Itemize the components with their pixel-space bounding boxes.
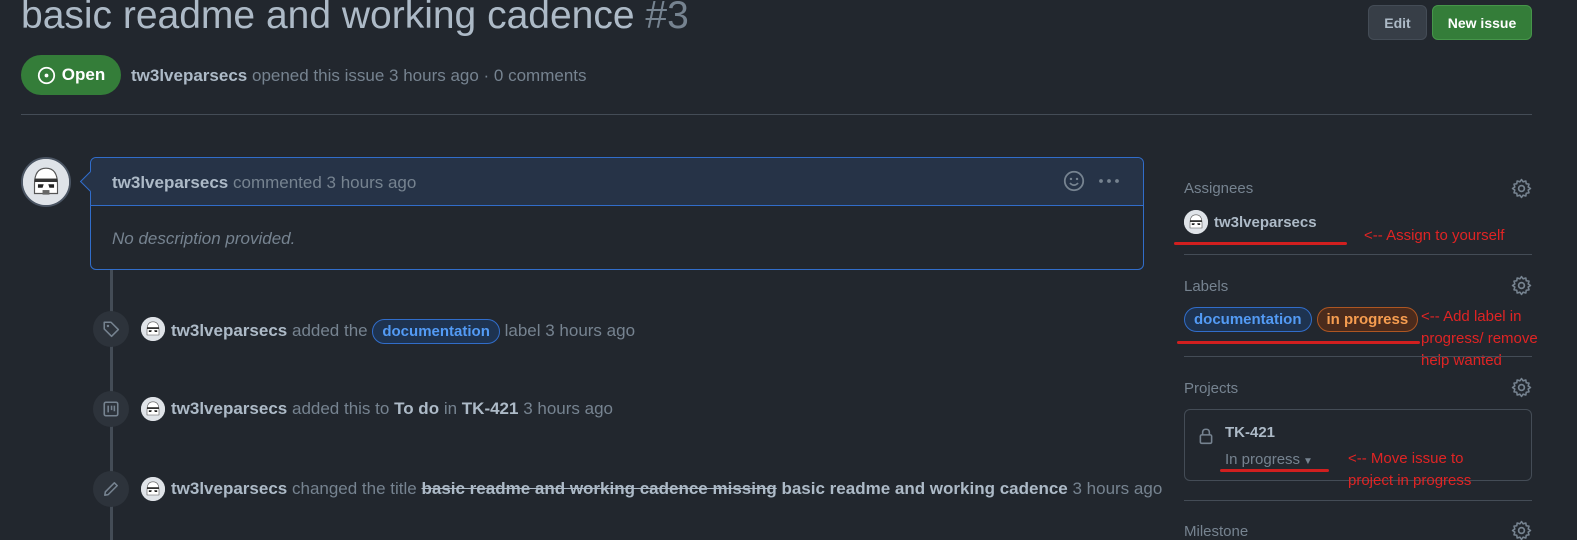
gear-icon[interactable] xyxy=(1511,377,1532,398)
timeline-event-icon xyxy=(93,471,129,507)
annotation-underline xyxy=(1220,469,1329,472)
annotation-project-line: project in progress xyxy=(1348,472,1472,489)
issue-open-icon xyxy=(37,66,55,84)
annotation-labels-line: help wanted xyxy=(1421,352,1502,369)
issue-title: basic readme and working cadence #3 xyxy=(21,0,689,38)
issue-title-text: basic readme and working cadence xyxy=(21,0,635,37)
milestone-heading: Milestone xyxy=(1184,523,1249,540)
annotation-underline xyxy=(1174,242,1347,245)
gear-icon[interactable] xyxy=(1511,275,1532,296)
stormtrooper-avatar-icon xyxy=(23,159,69,205)
comment-body: No description provided. xyxy=(112,229,296,248)
project-board-icon xyxy=(103,401,119,417)
label-list: documentation in progress xyxy=(1184,307,1419,332)
annotation-labels: <-- Add label in progress/ remove help w… xyxy=(1421,306,1538,372)
label-documentation[interactable]: documentation xyxy=(372,319,500,344)
caret-down-icon: ▼ xyxy=(1303,456,1313,467)
lock-icon xyxy=(1199,428,1213,445)
project-name-link[interactable]: TK-421 xyxy=(1225,424,1275,441)
avatar[interactable] xyxy=(141,477,165,501)
event-text: added the xyxy=(291,321,368,340)
new-title: basic readme and working cadence xyxy=(781,479,1068,498)
issue-state-label: Open xyxy=(61,65,106,84)
event-author-link[interactable]: tw3lveparsecs xyxy=(171,399,287,418)
stormtrooper-avatar-icon xyxy=(141,397,165,421)
annotation-underline xyxy=(1177,341,1420,344)
stormtrooper-avatar-icon xyxy=(141,477,165,501)
event-text: changed the title xyxy=(291,479,417,498)
event-author-link[interactable]: tw3lveparsecs xyxy=(171,479,287,498)
annotation-labels-line: progress/ remove xyxy=(1421,330,1538,347)
sidebar-divider xyxy=(1184,500,1532,501)
labels-heading: Labels xyxy=(1184,278,1229,295)
edit-button[interactable]: Edit xyxy=(1368,5,1427,40)
project-status-dropdown[interactable]: In progress ▼ xyxy=(1225,451,1313,468)
project-column-link[interactable]: To do xyxy=(394,399,439,418)
comment-action-text: commented 3 hours ago xyxy=(232,173,417,192)
issue-meta: tw3lveparsecs opened this issue 3 hours … xyxy=(131,66,587,86)
timeline-event-rename: tw3lveparsecs changed the title basic re… xyxy=(171,479,1162,499)
issue-number: #3 xyxy=(645,0,689,37)
sidebar-divider xyxy=(1184,254,1532,255)
add-reaction-icon[interactable] xyxy=(1063,170,1085,192)
event-text: 3 hours ago xyxy=(1072,479,1163,498)
sidebar-divider xyxy=(1184,356,1532,357)
label-in-progress[interactable]: in progress xyxy=(1316,307,1419,332)
comment-author-link[interactable]: tw3lveparsecs xyxy=(112,173,228,192)
timeline-event-icon xyxy=(93,311,129,347)
avatar[interactable] xyxy=(21,157,71,207)
assignees-heading: Assignees xyxy=(1184,180,1254,197)
project-link[interactable]: TK-421 xyxy=(462,399,519,418)
gear-icon[interactable] xyxy=(1511,178,1532,199)
comment-box: tw3lveparsecs commented 3 hours ago No d… xyxy=(90,157,1144,270)
new-issue-button[interactable]: New issue xyxy=(1432,5,1532,40)
issue-author-link[interactable]: tw3lveparsecs xyxy=(131,66,247,85)
gear-icon[interactable] xyxy=(1511,520,1532,540)
event-author-link[interactable]: tw3lveparsecs xyxy=(171,321,287,340)
annotation-assign: <-- Assign to yourself xyxy=(1364,227,1505,244)
label-documentation[interactable]: documentation xyxy=(1184,307,1312,332)
timeline-event-project: tw3lveparsecs added this to To do in TK-… xyxy=(171,399,613,419)
stormtrooper-avatar-icon xyxy=(141,317,165,341)
annotation-labels-line: <-- Add label in xyxy=(1421,308,1522,325)
avatar[interactable] xyxy=(141,397,165,421)
avatar[interactable] xyxy=(1184,210,1208,234)
tag-icon xyxy=(103,321,120,338)
timeline-event-icon xyxy=(93,391,129,427)
kebab-menu-icon[interactable] xyxy=(1097,170,1121,192)
pencil-icon xyxy=(104,482,118,496)
issue-opened-text: opened this issue 3 hours ago · 0 commen… xyxy=(251,66,587,85)
event-text: label 3 hours ago xyxy=(504,321,636,340)
event-text: 3 hours ago xyxy=(523,399,613,418)
header-divider xyxy=(21,114,1532,115)
annotation-project-line: <-- Move issue to xyxy=(1348,450,1464,467)
avatar[interactable] xyxy=(141,317,165,341)
issue-state-badge: Open xyxy=(21,55,121,95)
old-title: basic readme and working cadence missing xyxy=(421,479,777,498)
comment-header-text: tw3lveparsecs commented 3 hours ago xyxy=(112,173,416,193)
comment-header: tw3lveparsecs commented 3 hours ago xyxy=(91,158,1143,206)
projects-heading: Projects xyxy=(1184,380,1239,397)
stormtrooper-avatar-icon xyxy=(1184,210,1208,234)
timeline-event-label: tw3lveparsecs added the documentation la… xyxy=(171,319,635,344)
assignee-link[interactable]: tw3lveparsecs xyxy=(1214,214,1317,231)
event-text: in xyxy=(443,399,458,418)
event-text: added this to xyxy=(291,399,390,418)
project-status-value: In progress xyxy=(1225,451,1301,468)
annotation-project: <-- Move issue to project in progress xyxy=(1348,448,1471,492)
